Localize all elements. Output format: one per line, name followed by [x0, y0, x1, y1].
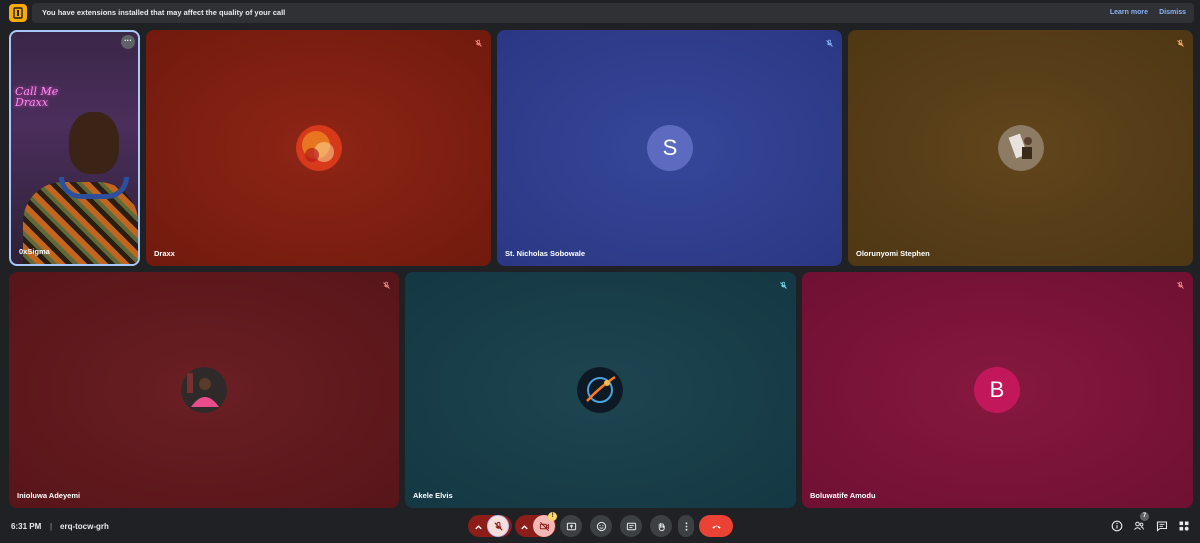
participant-tile-stephen[interactable]: Olorunyomi Stephen [848, 30, 1193, 266]
participant-name: Olorunyomi Stephen [856, 249, 930, 258]
participant-name: Inioluwa Adeyemi [17, 491, 81, 500]
bottom-control-bar: 6:31 PM | erq-tocw-grh ! 7 [0, 512, 1200, 543]
captions-button[interactable] [620, 515, 642, 537]
leave-call-button[interactable] [699, 515, 733, 537]
chevron-up-icon [473, 520, 484, 538]
participant-avatar: B [974, 367, 1020, 413]
mic-off-icon [1173, 278, 1187, 292]
participant-avatar: S [647, 125, 693, 171]
banner-bar: You have extensions installed that may a… [32, 3, 1194, 23]
participant-avatar [998, 125, 1044, 171]
captions-icon [626, 522, 636, 530]
participant-avatar [577, 367, 623, 413]
camera-warning-badge: ! [548, 512, 557, 521]
extension-warning-icon [9, 4, 27, 22]
participant-name: St. Nicholas Sobowale [505, 249, 586, 258]
chat-icon [1156, 521, 1168, 532]
call-end-icon [711, 525, 721, 529]
emoji-button[interactable] [590, 515, 612, 537]
participant-tile-draxx[interactable]: Draxx [146, 30, 491, 266]
mic-off-icon [471, 36, 485, 50]
self-video-tile[interactable]: Call Me Draxx ··· 0xSigma [9, 30, 140, 266]
dismiss-button[interactable]: Dismiss [1159, 9, 1186, 16]
participant-tile-boluwatife[interactable]: B Boluwatife Amodu [802, 272, 1193, 508]
mic-off-icon [1173, 36, 1187, 50]
info-icon [1111, 520, 1123, 532]
present-button[interactable] [560, 515, 582, 537]
more-vert-icon [685, 521, 687, 531]
people-button[interactable] [1132, 519, 1146, 533]
meeting-code: erq-tocw-grh [60, 522, 109, 531]
emoji-icon [596, 521, 606, 531]
activities-icon [1179, 521, 1189, 531]
headphones-shape [59, 177, 129, 199]
people-icon [1134, 521, 1144, 530]
mic-off-icon [379, 278, 393, 292]
participant-tile-inioluwa[interactable]: Inioluwa Adeyemi [9, 272, 399, 508]
participant-name: Draxx [154, 249, 175, 258]
mic-off-icon [776, 278, 790, 292]
clock: 6:31 PM [11, 522, 42, 531]
participant-name: Akele Elvis [413, 491, 453, 500]
chevron-up-icon [519, 520, 530, 538]
extension-banner: You have extensions installed that may a… [6, 3, 1194, 23]
mic-off-icon [822, 36, 836, 50]
more-options-button[interactable] [678, 515, 694, 537]
people-count-badge: 7 [1140, 512, 1149, 521]
self-video-person [69, 112, 119, 174]
more-options-icon[interactable]: ··· [121, 35, 135, 49]
participant-name: 0xSigma [19, 247, 50, 256]
neon-sign: Call Me Draxx [15, 85, 59, 109]
learn-more-link[interactable]: Learn more [1110, 9, 1148, 16]
banner-message: You have extensions installed that may a… [42, 8, 286, 17]
present-icon [566, 522, 576, 530]
mic-options-button[interactable] [468, 515, 512, 537]
participant-avatar [296, 125, 342, 171]
participant-tile-nicholas[interactable]: S St. Nicholas Sobowale [497, 30, 842, 266]
activities-button[interactable] [1177, 519, 1191, 533]
participant-tile-akele[interactable]: Akele Elvis [405, 272, 796, 508]
meeting-details-button[interactable] [1110, 519, 1124, 533]
raise-hand-icon [658, 522, 665, 531]
raise-hand-button[interactable] [650, 515, 672, 537]
participant-name: Boluwatife Amodu [810, 491, 876, 500]
separator: | [50, 522, 53, 531]
participant-avatar [181, 367, 227, 413]
chat-button[interactable] [1155, 519, 1169, 533]
mic-off-icon[interactable] [487, 515, 509, 537]
